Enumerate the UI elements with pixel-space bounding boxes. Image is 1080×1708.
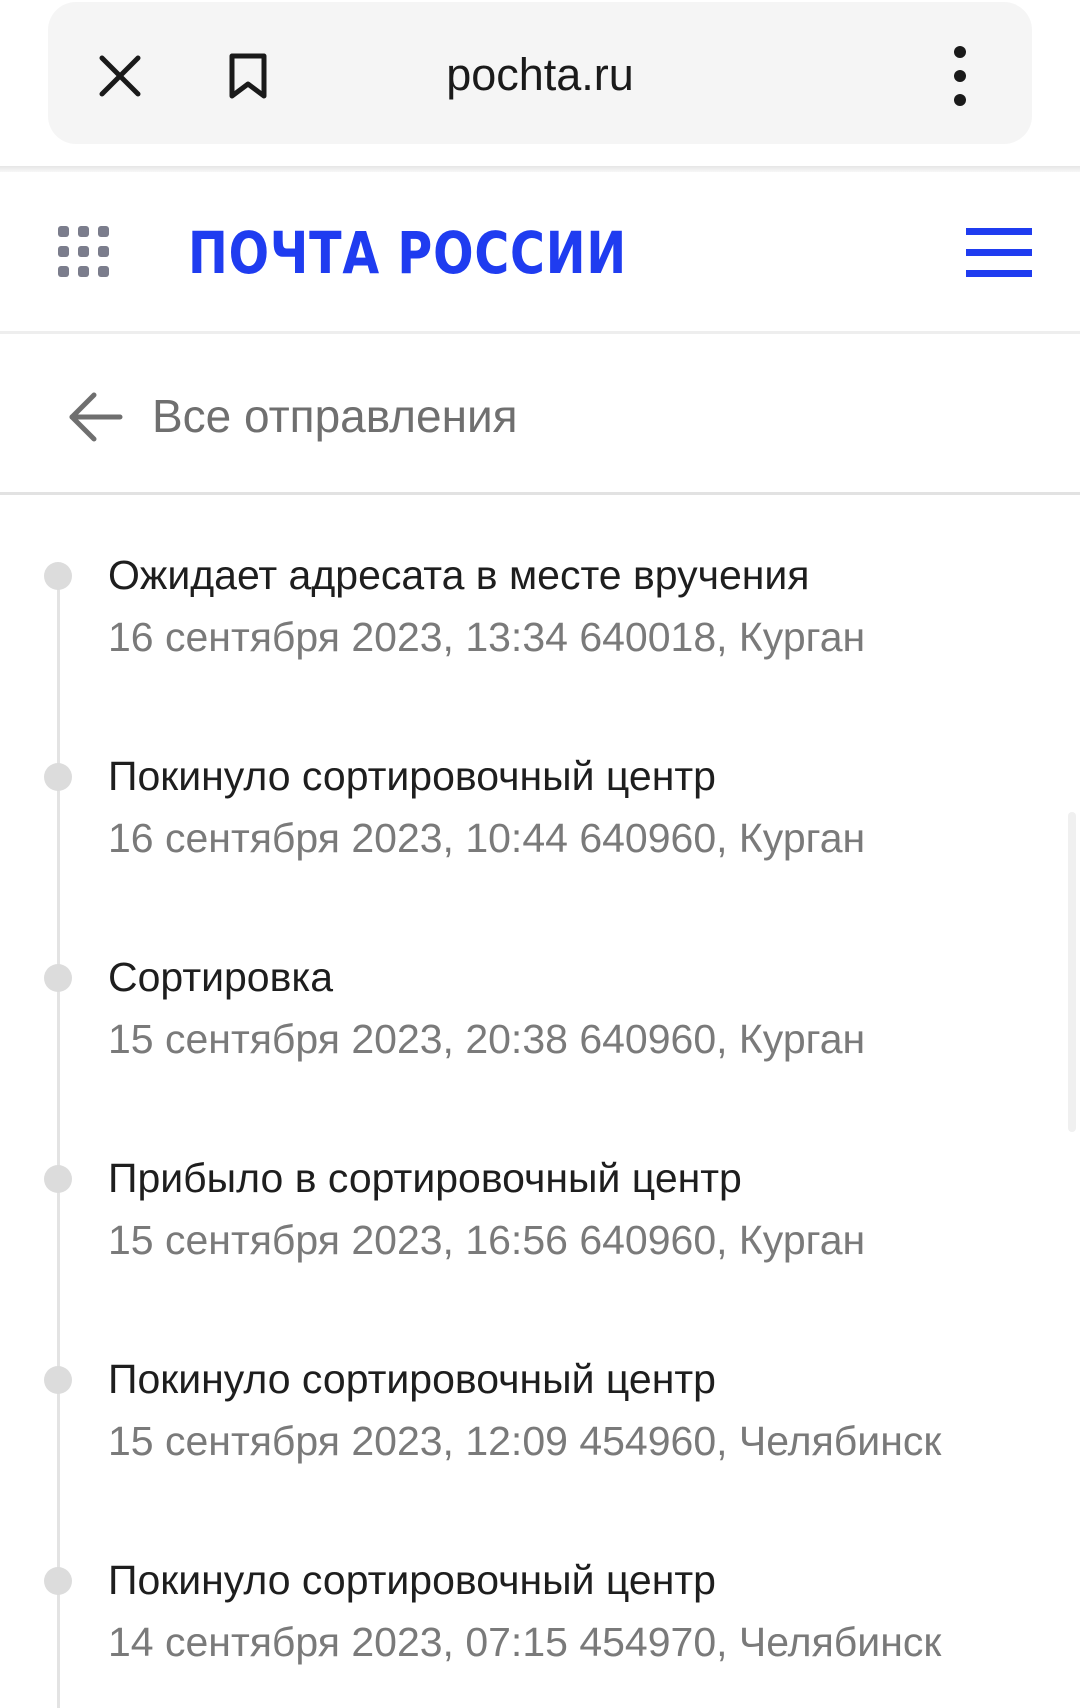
- address-bar-url[interactable]: pochta.ru: [300, 40, 780, 110]
- event-status: Прибыло в сортировочный центр: [108, 1155, 742, 1201]
- bookmark-icon[interactable]: [216, 44, 280, 108]
- hamburger-menu-icon[interactable]: [966, 226, 1032, 280]
- event-details: 15 сентября 2023, 12:09 454960, Челябинс…: [108, 1418, 942, 1464]
- timeline-dot: [44, 1366, 72, 1394]
- timeline-event: Ожидает адресата в месте вручения 16 сен…: [0, 498, 1080, 678]
- back-label: Все отправления: [152, 390, 518, 442]
- more-options-icon[interactable]: [928, 40, 992, 112]
- timeline-dot: [44, 562, 72, 590]
- back-to-shipments-link[interactable]: Все отправления: [0, 337, 1080, 495]
- site-header: ПОЧТА РОССИИ: [0, 172, 1080, 334]
- event-status: Сортировка: [108, 954, 334, 1000]
- close-icon[interactable]: [88, 44, 152, 108]
- timeline-dot: [44, 964, 72, 992]
- timeline-dot: [44, 763, 72, 791]
- tracking-timeline: Ожидает адресата в месте вручения 16 сен…: [0, 498, 1080, 1708]
- scrollbar[interactable]: [1068, 812, 1076, 1132]
- event-status: Ожидает адресата в месте вручения: [108, 552, 810, 598]
- event-details: 15 сентября 2023, 20:38 640960, Курган: [108, 1016, 866, 1062]
- timeline-event: Покинуло сортировочный центр 16 сентября…: [0, 699, 1080, 879]
- event-details: 15 сентября 2023, 16:56 640960, Курган: [108, 1217, 866, 1263]
- event-details: 16 сентября 2023, 13:34 640018, Курган: [108, 614, 866, 660]
- event-status: Покинуло сортировочный центр: [108, 1557, 716, 1603]
- event-status: Покинуло сортировочный центр: [108, 753, 716, 799]
- timeline-event: Покинуло сортировочный центр 15 сентября…: [0, 1302, 1080, 1482]
- timeline-event: Покинуло сортировочный центр 14 сентября…: [0, 1503, 1080, 1683]
- arrow-left-icon: [66, 387, 126, 447]
- event-details: 16 сентября 2023, 10:44 640960, Курган: [108, 815, 866, 861]
- event-status: Покинуло сортировочный центр: [108, 1356, 716, 1402]
- timeline-event: Сортировка 15 сентября 2023, 20:38 64096…: [0, 900, 1080, 1080]
- timeline-dot: [44, 1567, 72, 1595]
- pochta-logo[interactable]: ПОЧТА РОССИИ: [188, 218, 627, 288]
- event-details: 14 сентября 2023, 07:15 454970, Челябинс…: [108, 1619, 942, 1665]
- timeline-dot: [44, 1165, 72, 1193]
- apps-grid-icon[interactable]: [56, 224, 112, 280]
- timeline-event: Прибыло в сортировочный центр 15 сентябр…: [0, 1101, 1080, 1281]
